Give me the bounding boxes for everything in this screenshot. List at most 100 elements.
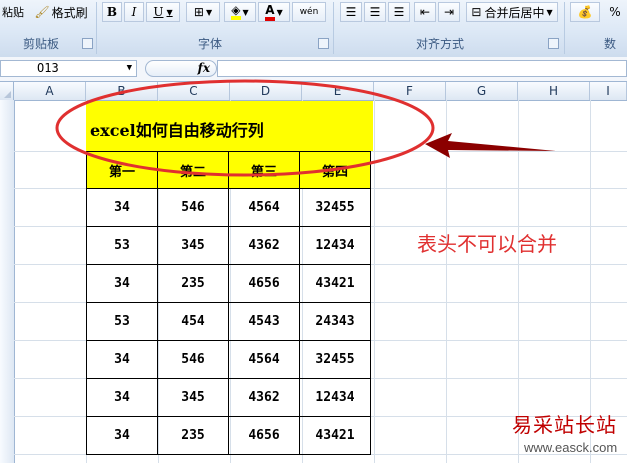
merge-cells-icon: ⊟ bbox=[471, 5, 482, 19]
table-cell[interactable]: 546 bbox=[157, 340, 229, 379]
format-painter-button[interactable]: 🖌 格式刷 bbox=[30, 2, 92, 22]
clipboard-group-label: 剪贴板 bbox=[22, 37, 59, 51]
table-cell[interactable]: 4362 bbox=[228, 378, 300, 417]
table-cell[interactable]: 12434 bbox=[299, 226, 371, 265]
table-cell[interactable]: 53 bbox=[86, 302, 158, 341]
table-cell[interactable]: 4362 bbox=[228, 226, 300, 265]
column-header-e[interactable]: E bbox=[302, 82, 374, 100]
pointer-arrow-icon bbox=[425, 133, 556, 158]
ribbon: 粘贴 🖌 格式刷 剪贴板 B I U ▼ ⊞ ▼ ◈ ▼ A ▼ wén 字体 … bbox=[0, 0, 627, 58]
underline-button[interactable]: U ▼ bbox=[146, 2, 180, 22]
column-header-h[interactable]: H bbox=[518, 82, 590, 100]
table-cell[interactable]: 34 bbox=[86, 340, 158, 379]
borders-icon: ⊞ bbox=[193, 5, 204, 19]
underline-label: U bbox=[153, 5, 164, 19]
font-launcher-icon[interactable] bbox=[318, 38, 329, 49]
formula-input[interactable] bbox=[217, 60, 627, 77]
table-cell[interactable]: 34 bbox=[86, 416, 158, 455]
table-cell[interactable]: 4656 bbox=[228, 416, 300, 455]
table-row: 53 345 4362 12434 bbox=[86, 226, 371, 265]
column-header-f[interactable]: F bbox=[374, 82, 446, 100]
align-left-button[interactable]: ☰ bbox=[340, 2, 362, 22]
column-header-b[interactable]: B bbox=[86, 82, 158, 100]
column-header-d[interactable]: D bbox=[230, 82, 302, 100]
table-cell[interactable]: 4656 bbox=[228, 264, 300, 303]
table-cell[interactable]: 4564 bbox=[228, 188, 300, 227]
align-right-button[interactable]: ☰ bbox=[388, 2, 410, 22]
table-header-cell[interactable]: 第二 bbox=[157, 151, 229, 189]
group-divider bbox=[564, 2, 565, 54]
chevron-down-icon: ▼ bbox=[242, 7, 249, 17]
chevron-down-icon: ▼ bbox=[276, 7, 283, 17]
phonetic-icon: wén bbox=[299, 7, 319, 17]
table-header-cell[interactable]: 第三 bbox=[228, 151, 300, 189]
table-row: 34 345 4362 12434 bbox=[86, 378, 371, 417]
gridline bbox=[446, 100, 447, 463]
phonetic-guide-button[interactable]: wén bbox=[292, 2, 326, 22]
align-center-button[interactable]: ☰ bbox=[364, 2, 386, 22]
table-cell[interactable]: 345 bbox=[157, 226, 229, 265]
title-cell[interactable]: excel如何自由移动行列 bbox=[86, 101, 373, 151]
accounting-format-button[interactable]: 💰 bbox=[570, 2, 600, 22]
table-row: 34 546 4564 32455 bbox=[86, 188, 371, 227]
group-divider bbox=[333, 2, 334, 54]
table-row: 53 454 4543 24343 bbox=[86, 302, 371, 341]
table-cell[interactable]: 43421 bbox=[299, 264, 371, 303]
column-header-c[interactable]: C bbox=[158, 82, 230, 100]
number-group-label: 数 bbox=[604, 37, 617, 51]
table-row: 34 235 4656 43421 bbox=[86, 416, 371, 455]
chevron-down-icon[interactable]: ▼ bbox=[127, 61, 132, 76]
sheet-title: excel如何自由移动行列 bbox=[90, 121, 264, 140]
table-header-cell[interactable]: 第一 bbox=[86, 151, 158, 189]
increase-indent-button[interactable]: ⇥ bbox=[438, 2, 460, 22]
alignment-launcher-icon[interactable] bbox=[548, 38, 559, 49]
fill-color-button[interactable]: ◈ ▼ bbox=[224, 2, 256, 22]
table-cell[interactable]: 53 bbox=[86, 226, 158, 265]
clipboard-launcher-icon[interactable] bbox=[82, 38, 93, 49]
font-group-label: 字体 bbox=[197, 37, 222, 51]
table-cell[interactable]: 32455 bbox=[299, 188, 371, 227]
table-cell[interactable]: 32455 bbox=[299, 340, 371, 379]
font-color-icon: A bbox=[265, 3, 275, 21]
table-cell[interactable]: 546 bbox=[157, 188, 229, 227]
align-left-icon: ☰ bbox=[345, 5, 357, 19]
merge-center-label: 合并后居中 bbox=[484, 5, 545, 20]
select-all-button[interactable] bbox=[0, 82, 14, 100]
font-color-button[interactable]: A ▼ bbox=[258, 2, 290, 22]
formula-bar: O13 ▼ fx bbox=[0, 57, 627, 82]
column-header-g[interactable]: G bbox=[446, 82, 518, 100]
table-cell[interactable]: 235 bbox=[157, 416, 229, 455]
table-cell[interactable]: 24343 bbox=[299, 302, 371, 341]
table-cell[interactable]: 34 bbox=[86, 264, 158, 303]
table-header-cell[interactable]: 第四 bbox=[299, 151, 371, 189]
name-box[interactable]: O13 ▼ bbox=[0, 60, 137, 77]
column-header-i[interactable]: I bbox=[590, 82, 627, 100]
watermark-url: www.easck.com bbox=[524, 440, 618, 455]
table-cell[interactable]: 34 bbox=[86, 378, 158, 417]
table-cell[interactable]: 4564 bbox=[228, 340, 300, 379]
decrease-indent-button[interactable]: ⇤ bbox=[414, 2, 436, 22]
data-table: 第一 第二 第三 第四 34 546 4564 32455 53 345 436… bbox=[86, 151, 371, 455]
align-right-icon: ☰ bbox=[393, 5, 405, 19]
column-header-a[interactable]: A bbox=[14, 82, 86, 100]
table-cell[interactable]: 235 bbox=[157, 264, 229, 303]
borders-button[interactable]: ⊞ ▼ bbox=[186, 2, 220, 22]
table-row: 34 546 4564 32455 bbox=[86, 340, 371, 379]
table-cell[interactable]: 4543 bbox=[228, 302, 300, 341]
merge-center-button[interactable]: ⊟ 合并后居中 ▼ bbox=[466, 2, 558, 22]
table-cell[interactable]: 34 bbox=[86, 188, 158, 227]
table-cell[interactable]: 454 bbox=[157, 302, 229, 341]
bold-button[interactable]: B bbox=[102, 2, 122, 22]
currency-icon: 💰 bbox=[577, 5, 593, 19]
column-headers: A B C D E F G H I bbox=[0, 82, 627, 101]
table-cell[interactable]: 345 bbox=[157, 378, 229, 417]
table-cell[interactable]: 12434 bbox=[299, 378, 371, 417]
alignment-group-label: 对齐方式 bbox=[415, 37, 464, 51]
percent-button[interactable]: % bbox=[604, 2, 626, 22]
watermark-site-name: 易采站长站 bbox=[512, 413, 617, 437]
italic-button[interactable]: I bbox=[124, 2, 144, 22]
row-headers[interactable] bbox=[0, 100, 15, 463]
insert-function-button[interactable]: fx bbox=[145, 60, 217, 77]
table-cell[interactable]: 43421 bbox=[299, 416, 371, 455]
paste-button[interactable]: 粘贴 bbox=[0, 2, 26, 22]
